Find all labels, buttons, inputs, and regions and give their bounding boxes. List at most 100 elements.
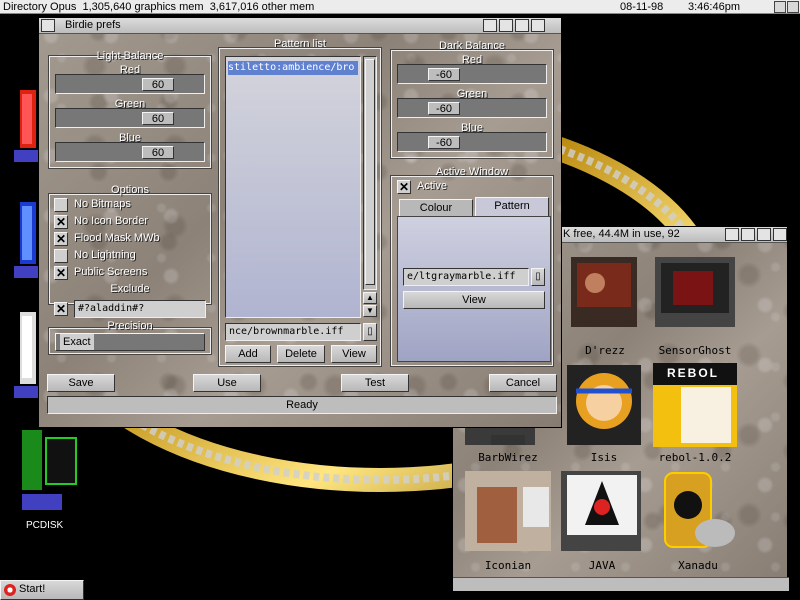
drive-icon xyxy=(14,202,40,278)
pattern-list-item[interactable]: stiletto:ambience/bro xyxy=(228,61,358,75)
pattern-view-button[interactable]: View xyxy=(331,345,377,363)
no-icon-border-label: No Icon Border xyxy=(74,215,148,227)
exclude-label: Exclude xyxy=(110,283,150,295)
file-label: Isis xyxy=(590,451,618,464)
light-green-slider[interactable]: 60 xyxy=(55,108,205,128)
rebol-badge: REBOL xyxy=(667,366,719,380)
flood-mask-label: Flood Mask MWb xyxy=(74,232,160,244)
file-label: BarbWirez xyxy=(478,451,538,464)
file-icon-iconian[interactable] xyxy=(463,469,553,557)
status-bar: Ready xyxy=(47,396,557,414)
start-icon xyxy=(4,584,16,596)
public-screens-label: Public Screens xyxy=(74,266,148,278)
file-label: JAVA xyxy=(588,559,616,572)
desktop-icon-1[interactable] xyxy=(14,80,40,170)
tab-colour[interactable]: Colour xyxy=(399,199,473,217)
dark-green-slider[interactable]: -60 xyxy=(397,98,547,118)
public-screens-checkbox[interactable]: ✕ xyxy=(54,266,68,280)
scroll-up-arrow[interactable]: ▲ xyxy=(363,292,377,304)
iconify-gadget[interactable] xyxy=(499,19,513,32)
file-icon-xanadu[interactable] xyxy=(653,469,743,557)
pcdisk-icon[interactable] xyxy=(18,428,78,518)
close-gadget[interactable] xyxy=(41,19,55,32)
depth-gadget[interactable] xyxy=(515,19,529,32)
flood-mask-checkbox[interactable]: ✕ xyxy=(54,232,68,246)
dark-green-knob[interactable]: -60 xyxy=(428,102,460,115)
monitor-icon xyxy=(571,257,637,327)
iconify-gadget[interactable] xyxy=(741,228,755,241)
no-icon-border-checkbox[interactable]: ✕ xyxy=(54,215,68,229)
tab-pattern[interactable]: Pattern xyxy=(475,197,549,217)
iconian-icon xyxy=(465,471,551,551)
delete-button[interactable]: Delete xyxy=(277,345,325,363)
cancel-button[interactable]: Cancel xyxy=(489,374,557,392)
xanadu-barrel-icon xyxy=(664,472,735,548)
exclude-input[interactable]: #?aladdin#? xyxy=(74,300,206,318)
file-icon-rebol[interactable]: REBOL xyxy=(651,361,741,451)
active-file-requester-button[interactable]: ▯ xyxy=(531,268,545,286)
pattern-listview[interactable]: stiletto:ambience/bro xyxy=(225,56,361,318)
options-title: Options xyxy=(111,184,149,196)
save-button[interactable]: Save xyxy=(47,374,115,392)
desktop-icon-3[interactable] xyxy=(14,306,40,406)
active-window-title: Active Window xyxy=(435,166,509,178)
pattern-list-scrollbar[interactable] xyxy=(363,56,377,290)
prefs-titlebar[interactable]: Birdie prefs xyxy=(39,18,561,34)
active-pattern-file-input[interactable]: e/ltgraymarble.iff xyxy=(403,268,529,286)
monitor-icon xyxy=(655,257,735,327)
dark-red-knob[interactable]: -60 xyxy=(428,68,460,81)
file-label: Xanadu xyxy=(678,559,718,572)
pcdisk-label: PCDISK xyxy=(26,520,64,531)
precision-title: Precision xyxy=(107,320,153,332)
file-icon-java[interactable] xyxy=(557,469,647,557)
no-lightning-checkbox[interactable] xyxy=(54,249,68,263)
file-icon-isis[interactable] xyxy=(561,361,647,451)
start-button[interactable]: Start! xyxy=(0,580,84,600)
front-gadget[interactable] xyxy=(773,228,787,241)
no-bitmaps-label: No Bitmaps xyxy=(74,198,131,210)
no-bitmaps-checkbox[interactable] xyxy=(54,198,68,212)
isis-face-icon xyxy=(567,365,641,445)
light-red-knob[interactable]: 60 xyxy=(142,78,174,91)
depth-gadget[interactable] xyxy=(757,228,771,241)
active-checkbox[interactable]: ✕ xyxy=(397,180,411,194)
java-icon xyxy=(561,471,641,551)
file-icon-sensorghost[interactable] xyxy=(651,253,741,333)
file-label: D'rezz xyxy=(585,344,625,357)
file-icon-drezz[interactable] xyxy=(565,253,645,333)
pattern-file-requester-button[interactable]: ▯ xyxy=(363,323,377,341)
precision-cycle[interactable]: Exact xyxy=(55,333,205,351)
exclude-checkbox[interactable]: ✕ xyxy=(54,302,68,316)
drive-icon xyxy=(14,90,40,162)
front-gadget[interactable] xyxy=(531,19,545,32)
zoom-gadget[interactable] xyxy=(725,228,739,241)
scroll-down-arrow[interactable]: ▼ xyxy=(363,305,377,317)
zoom-gadget[interactable] xyxy=(483,19,497,32)
file-window-title: K free, 44.4M in use, 92 xyxy=(563,228,680,240)
light-balance-title: Light Balance xyxy=(96,50,164,62)
add-button[interactable]: Add xyxy=(225,345,271,363)
dark-balance-title: Dark Balance xyxy=(438,40,506,52)
birdie-prefs-window: Birdie prefs Light Balance Red 60 Green … xyxy=(38,17,562,428)
pattern-tab-panel xyxy=(397,216,551,362)
active-label: Active xyxy=(417,180,447,192)
pattern-file-input[interactable]: nce/brownmarble.iff xyxy=(225,323,361,341)
prefs-title: Birdie prefs xyxy=(65,19,121,31)
test-button[interactable]: Test xyxy=(341,374,409,392)
dark-blue-knob[interactable]: -60 xyxy=(428,136,460,149)
drive-icon xyxy=(14,312,40,398)
file-window-hscroll[interactable] xyxy=(453,577,789,591)
use-button[interactable]: Use xyxy=(193,374,261,392)
no-lightning-label: No Lightning xyxy=(74,249,136,261)
desktop-icon-2[interactable] xyxy=(14,196,40,286)
light-red-slider[interactable]: 60 xyxy=(55,74,205,94)
dark-red-slider[interactable]: -60 xyxy=(397,64,547,84)
dark-blue-slider[interactable]: -60 xyxy=(397,132,547,152)
light-blue-slider[interactable]: 60 xyxy=(55,142,205,162)
light-blue-knob[interactable]: 60 xyxy=(142,146,174,159)
file-label: rebol-1.0.2 xyxy=(658,451,732,464)
scrollbar-knob[interactable] xyxy=(365,59,375,285)
file-label: SensorGhost xyxy=(658,344,732,357)
light-green-knob[interactable]: 60 xyxy=(142,112,174,125)
active-view-button[interactable]: View xyxy=(403,291,545,309)
